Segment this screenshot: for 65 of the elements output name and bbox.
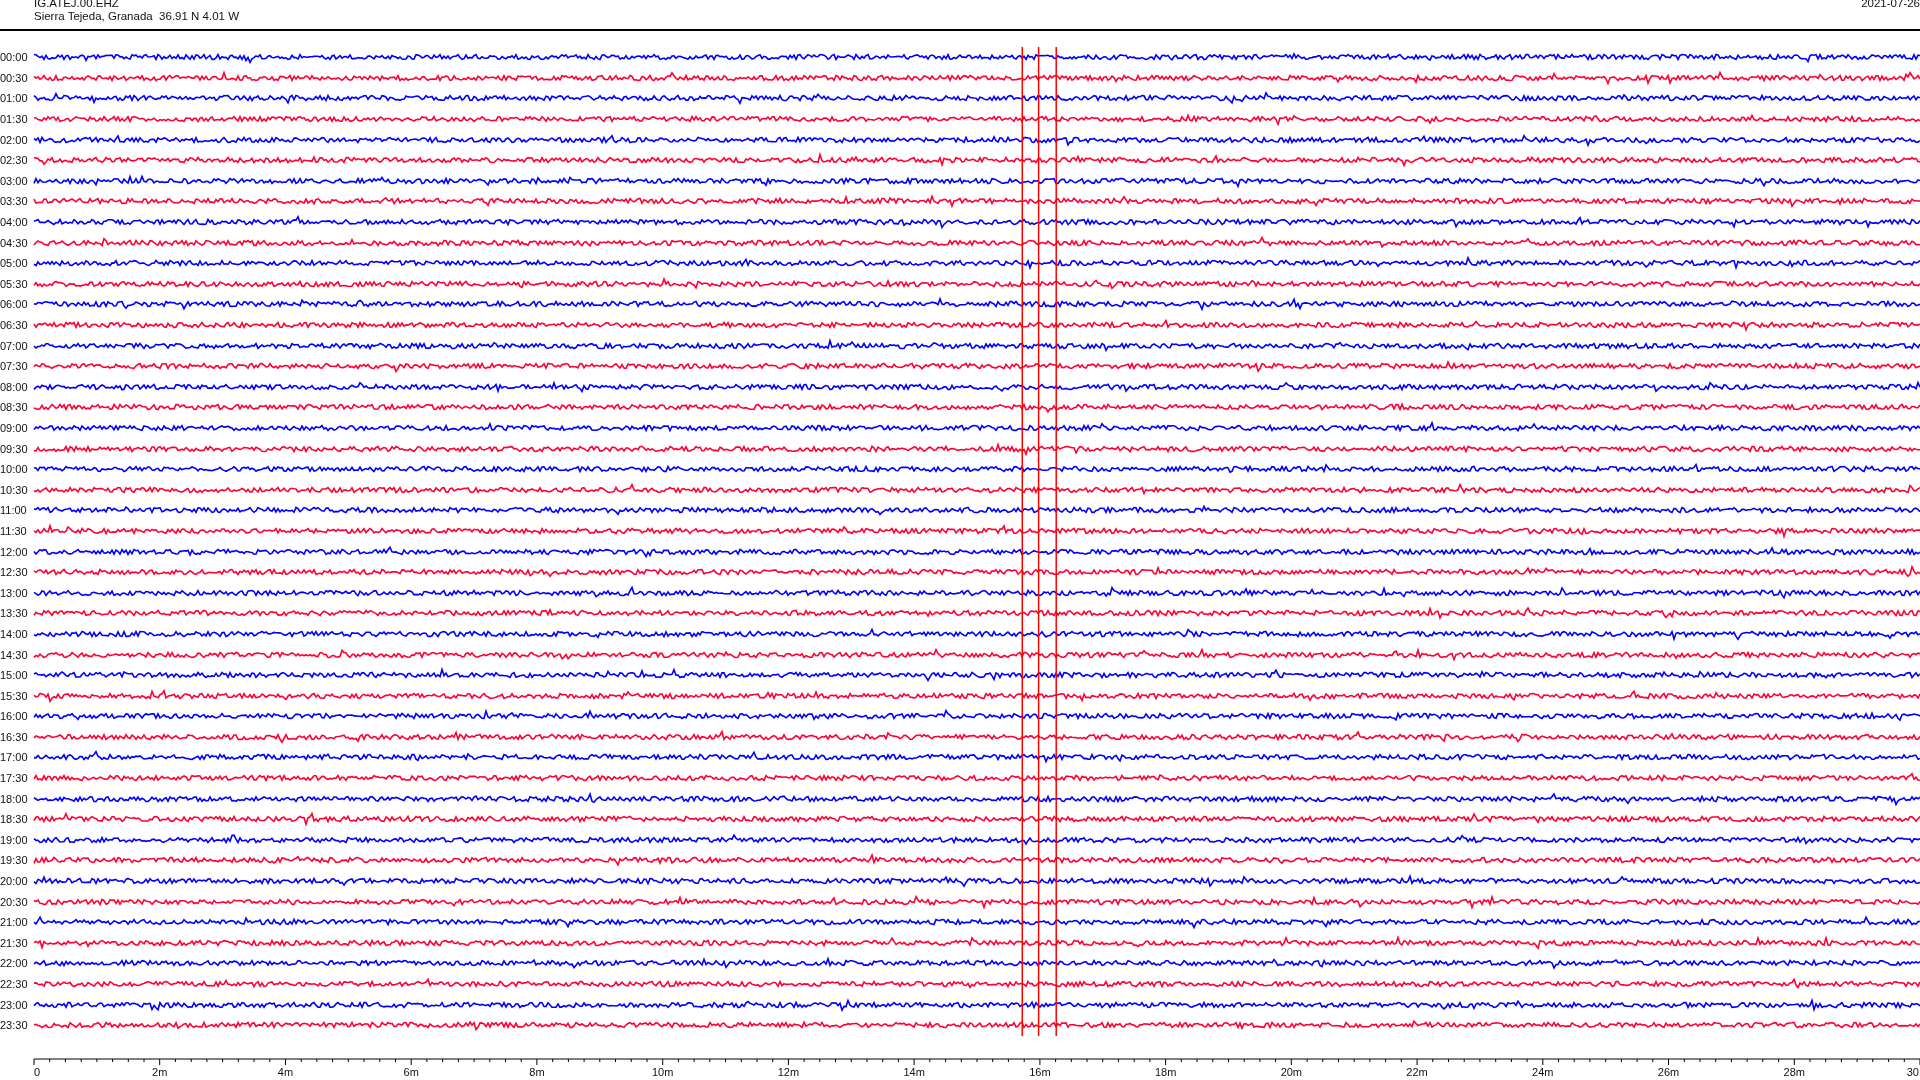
time-label: 17:00 bbox=[0, 751, 29, 764]
tick-label: 8m bbox=[529, 1065, 545, 1078]
time-label: 16:00 bbox=[0, 710, 29, 723]
time-label: 08:00 bbox=[0, 380, 29, 393]
time-label: 10:30 bbox=[0, 483, 29, 496]
time-label: 00:30 bbox=[0, 71, 29, 84]
time-label: 23:30 bbox=[0, 1019, 29, 1032]
time-label: 03:00 bbox=[0, 174, 29, 187]
time-label: 00:00 bbox=[0, 51, 29, 64]
time-label: 12:00 bbox=[0, 545, 29, 558]
time-label: 01:00 bbox=[0, 92, 29, 105]
time-label: 21:30 bbox=[0, 936, 29, 949]
tick-label: 10m bbox=[651, 1065, 674, 1078]
time-label: 23:00 bbox=[0, 998, 29, 1011]
time-label: 02:30 bbox=[0, 154, 29, 167]
time-label: 06:00 bbox=[0, 298, 29, 311]
tick-label: 28m bbox=[1783, 1065, 1805, 1078]
time-label: 09:00 bbox=[0, 422, 29, 434]
time-label: 07:00 bbox=[0, 339, 29, 352]
time-label: 22:00 bbox=[0, 957, 29, 970]
tick-label: 0 bbox=[34, 1065, 41, 1078]
time-label: 14:00 bbox=[0, 627, 29, 640]
time-label: 19:00 bbox=[0, 833, 29, 846]
tick-label: 16m bbox=[1029, 1065, 1051, 1078]
time-label: 12:30 bbox=[0, 566, 29, 579]
time-label: 13:00 bbox=[0, 586, 29, 599]
time-label: 09:30 bbox=[0, 442, 29, 455]
time-label: 11:00 bbox=[0, 504, 28, 517]
tick-label: 20m bbox=[1280, 1065, 1303, 1078]
time-label: 06:30 bbox=[0, 319, 29, 331]
time-label: 18:30 bbox=[0, 813, 29, 826]
time-label: 01:30 bbox=[0, 113, 29, 126]
time-label: 02:00 bbox=[0, 133, 29, 146]
tick-label: 30 bbox=[1906, 1065, 1919, 1078]
time-label: 04:30 bbox=[0, 236, 29, 249]
time-label: 03:30 bbox=[0, 195, 29, 208]
time-label: 15:30 bbox=[0, 689, 29, 702]
time-label: 18:00 bbox=[0, 792, 29, 805]
time-label: 10:00 bbox=[0, 463, 29, 476]
tick-label: 22m bbox=[1406, 1065, 1428, 1078]
tick-label: 26m bbox=[1657, 1065, 1680, 1078]
time-label: 13:30 bbox=[0, 607, 29, 620]
time-label: 14:30 bbox=[0, 648, 29, 661]
time-label: 20:00 bbox=[0, 875, 29, 888]
tick-label: 18m bbox=[1154, 1065, 1177, 1078]
tick-label: 12m bbox=[777, 1065, 800, 1078]
tick-label: 2m bbox=[152, 1065, 168, 1078]
tick-label: 24m bbox=[1532, 1065, 1554, 1078]
time-label: 21:00 bbox=[0, 916, 29, 929]
time-label: 19:30 bbox=[0, 854, 29, 867]
tick-label: 14m bbox=[903, 1065, 925, 1078]
station-location: Sierra Tejeda, Granada 36.91 N 4.01 W bbox=[34, 10, 239, 23]
tick-label: 4m bbox=[277, 1065, 294, 1078]
time-label: 07:30 bbox=[0, 360, 29, 373]
time-label: 17:30 bbox=[0, 772, 29, 785]
time-label: 04:00 bbox=[0, 216, 29, 229]
time-label: 08:30 bbox=[0, 401, 29, 414]
time-label: 15:00 bbox=[0, 669, 29, 682]
time-label: 05:30 bbox=[0, 277, 29, 290]
time-label: 05:00 bbox=[0, 257, 29, 270]
time-label: 11:30 bbox=[0, 524, 28, 537]
time-label: 22:30 bbox=[0, 978, 29, 990]
tick-label: 6m bbox=[403, 1065, 419, 1078]
time-label: 20:30 bbox=[0, 895, 29, 908]
time-label: 16:30 bbox=[0, 730, 29, 743]
